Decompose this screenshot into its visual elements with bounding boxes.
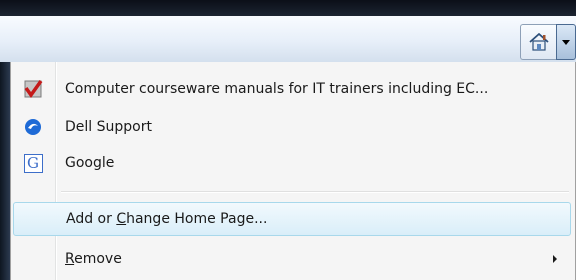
checkmark-page-icon bbox=[13, 72, 53, 106]
home-split-button bbox=[520, 24, 576, 60]
menu-item-label: Computer courseware manuals for IT train… bbox=[65, 81, 489, 97]
menu-item-home-page-1[interactable]: Computer courseware manuals for IT train… bbox=[13, 72, 571, 106]
menu-item-remove[interactable]: Remove bbox=[13, 242, 571, 276]
home-dropdown-menu: Computer courseware manuals for IT train… bbox=[10, 62, 576, 280]
page-background-strip bbox=[0, 62, 10, 280]
google-g-icon: G bbox=[13, 146, 53, 180]
chevron-down-icon bbox=[562, 39, 571, 45]
home-button[interactable] bbox=[520, 24, 557, 60]
menu-separator bbox=[61, 191, 569, 192]
submenu-arrow-icon bbox=[553, 255, 557, 263]
dell-support-icon bbox=[13, 110, 53, 144]
command-bar bbox=[0, 16, 576, 63]
home-dropdown-button[interactable] bbox=[556, 24, 576, 60]
menu-item-add-or-change-home-page[interactable]: Add or Change Home Page... bbox=[13, 202, 571, 236]
menu-item-home-page-2[interactable]: Dell Support bbox=[13, 110, 571, 144]
menu-item-home-page-3[interactable]: G Google bbox=[13, 146, 571, 180]
home-icon bbox=[529, 33, 549, 51]
menu-item-label: Dell Support bbox=[65, 119, 152, 135]
window-titlebar bbox=[0, 0, 576, 16]
menu-item-label: Google bbox=[65, 155, 115, 171]
